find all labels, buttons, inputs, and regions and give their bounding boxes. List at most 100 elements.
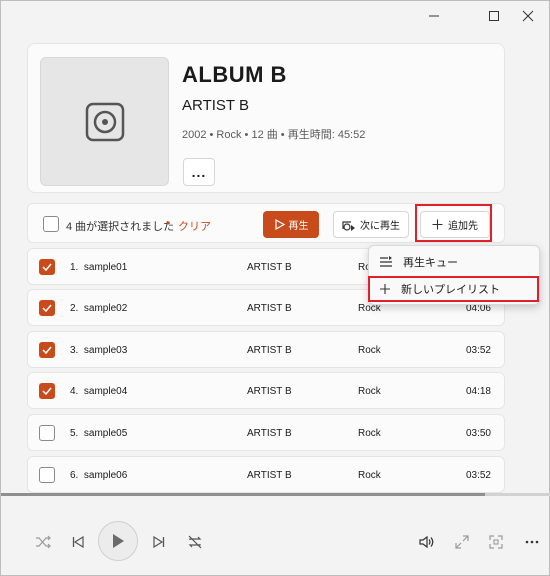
play-next-label: 次に再生: [360, 221, 400, 232]
track-checkbox[interactable]: [39, 300, 55, 316]
track-title: 1. sample01: [70, 262, 127, 273]
more-icon: [525, 540, 539, 544]
more-icon: ...: [191, 164, 207, 180]
track-row-3[interactable]: 3. sample03 ARTIST B Rock 03:52: [27, 331, 505, 368]
play-next-button[interactable]: 次に再生: [333, 211, 409, 238]
repeat-off-icon: [188, 535, 202, 549]
track-duration: 03:52: [465, 345, 491, 356]
more-playback-options-button[interactable]: [522, 532, 542, 552]
add-to-button[interactable]: 追加先: [420, 211, 490, 238]
mini-player-button[interactable]: [486, 532, 506, 552]
album-artist[interactable]: ARTIST B: [182, 97, 249, 114]
track-artist[interactable]: ARTIST B: [247, 262, 292, 273]
track-number: 2.: [70, 303, 79, 314]
more-options-button[interactable]: ...: [183, 158, 215, 186]
menu-item-new-playlist[interactable]: 新しいプレイリスト: [369, 277, 539, 301]
track-row-4[interactable]: 4. sample04 ARTIST B Rock 04:18: [27, 372, 505, 409]
minimize-icon: [429, 15, 439, 17]
track-number: 3.: [70, 345, 79, 356]
track-number: 5.: [70, 428, 79, 439]
previous-button[interactable]: [68, 532, 88, 552]
track-title: 2. sample02: [70, 303, 127, 314]
track-name: sample03: [83, 345, 128, 356]
track-name: sample06: [83, 470, 128, 481]
selection-bar: 4 曲が選択されました • クリア 再生 次に再生 追加先: [27, 203, 505, 243]
track-genre: Rock: [358, 428, 381, 439]
menu-item-label: 再生キュー: [403, 257, 458, 269]
queue-icon: [380, 256, 392, 267]
track-number: 4.: [70, 386, 79, 397]
volume-icon: [419, 535, 434, 549]
track-row-6[interactable]: 6. sample06 ARTIST B Rock 03:52: [27, 456, 505, 493]
speaker-icon: [85, 102, 124, 141]
seek-bar-fill: [1, 493, 485, 496]
plus-icon: [380, 284, 390, 294]
mini-player-icon: [489, 535, 503, 549]
track-title: 4. sample04: [70, 386, 127, 397]
add-to-label: 追加先: [448, 221, 478, 232]
menu-item-play-queue[interactable]: 再生キュー: [369, 250, 539, 274]
play-icon: [113, 534, 124, 548]
separator-dot: •: [166, 216, 171, 230]
seek-bar[interactable]: [1, 493, 550, 496]
track-name: sample01: [83, 262, 128, 273]
track-checkbox[interactable]: [39, 383, 55, 399]
track-checkbox[interactable]: [39, 467, 55, 483]
track-row-5[interactable]: 5. sample05 ARTIST B Rock 03:50: [27, 414, 505, 451]
shuffle-icon: [36, 535, 51, 549]
album-title: ALBUM B: [182, 62, 287, 87]
maximize-icon: [489, 11, 499, 21]
plus-icon: [432, 219, 443, 230]
album-cover: [40, 57, 169, 186]
shuffle-button[interactable]: [33, 532, 53, 552]
title-bar: [1, 1, 549, 31]
play-selected-label: 再生: [288, 221, 309, 232]
track-artist[interactable]: ARTIST B: [247, 386, 292, 397]
track-duration: 03:52: [465, 470, 491, 481]
track-checkbox[interactable]: [39, 259, 55, 275]
next-icon: [153, 536, 165, 548]
track-checkbox[interactable]: [39, 425, 55, 441]
check-icon: [42, 346, 52, 354]
fullscreen-button[interactable]: [452, 532, 472, 552]
track-artist[interactable]: ARTIST B: [247, 345, 292, 356]
volume-button[interactable]: [417, 532, 437, 552]
next-button[interactable]: [149, 532, 169, 552]
clear-selection-link[interactable]: クリア: [178, 218, 211, 234]
album-header: ALBUM B ARTIST B 2002 • Rock • 12 曲 • 再生…: [27, 43, 505, 193]
previous-icon: [72, 536, 84, 548]
track-artist[interactable]: ARTIST B: [247, 303, 292, 314]
track-artist[interactable]: ARTIST B: [247, 470, 292, 481]
expand-icon: [455, 535, 469, 549]
album-meta: 2002 • Rock • 12 曲 • 再生時間: 45:52: [182, 129, 366, 141]
track-number: 6.: [70, 470, 79, 481]
select-all-checkbox[interactable]: [43, 216, 59, 232]
play-icon: [274, 219, 285, 230]
repeat-button[interactable]: [185, 532, 205, 552]
track-title: 5. sample05: [70, 428, 127, 439]
menu-item-label: 新しいプレイリスト: [401, 284, 500, 296]
close-button[interactable]: [505, 3, 550, 29]
track-name: sample02: [83, 303, 128, 314]
track-genre: Rock: [358, 386, 381, 397]
track-name: sample04: [83, 386, 128, 397]
track-genre: Rock: [358, 470, 381, 481]
check-icon: [42, 387, 52, 395]
minimize-button[interactable]: [411, 3, 457, 29]
track-title: 6. sample06: [70, 470, 127, 481]
play-pause-button[interactable]: [98, 521, 138, 561]
player-controls: [1, 511, 550, 573]
track-checkbox[interactable]: [39, 342, 55, 358]
track-duration: 03:50: [465, 428, 491, 439]
selection-count: 4 曲が選択されました: [66, 221, 175, 233]
check-icon: [42, 263, 52, 271]
play-next-icon: [342, 220, 355, 231]
track-number: 1.: [70, 262, 79, 273]
play-selected-button[interactable]: 再生: [263, 211, 319, 238]
add-to-menu: 再生キュー 新しいプレイリスト: [368, 245, 540, 305]
track-name: sample05: [83, 428, 128, 439]
check-icon: [42, 304, 52, 312]
track-artist[interactable]: ARTIST B: [247, 428, 292, 439]
track-duration: 04:18: [465, 386, 491, 397]
track-genre: Rock: [358, 345, 381, 356]
